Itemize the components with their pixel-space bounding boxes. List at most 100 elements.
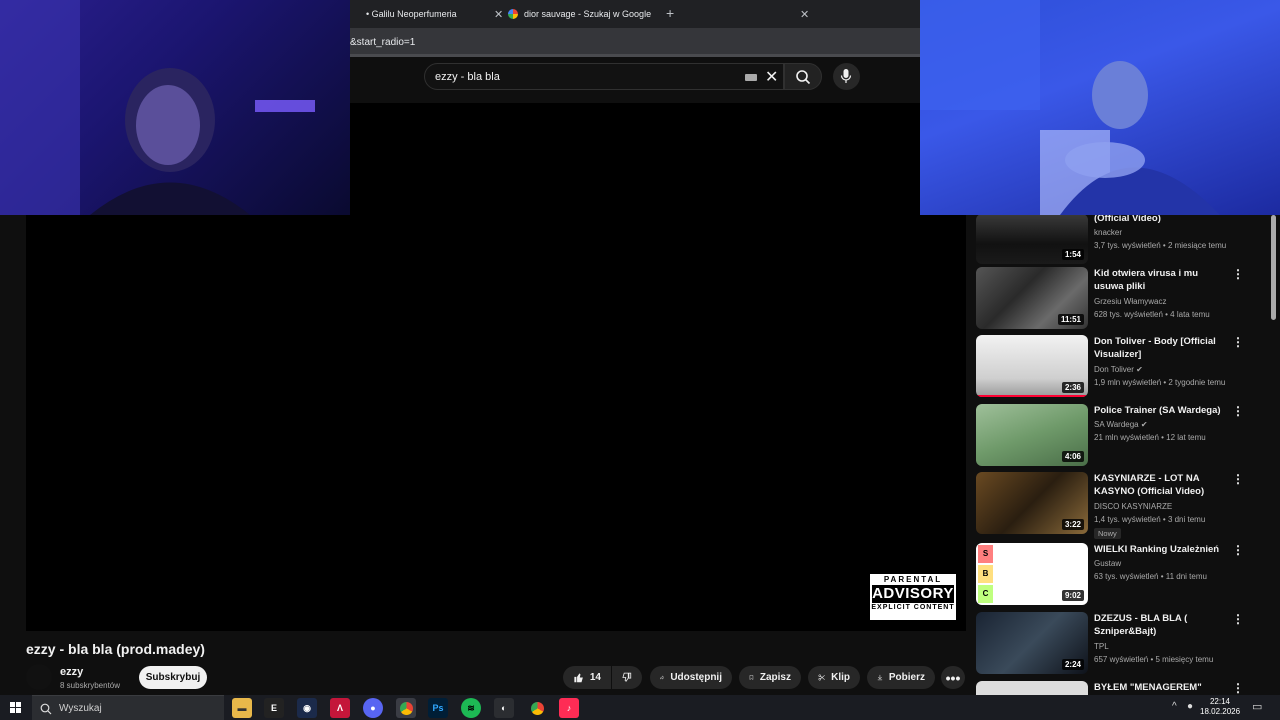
tab-galilu[interactable]: • Galilu Neoperfumeria ✕	[360, 4, 503, 24]
download-button[interactable]: Pobierz	[867, 666, 935, 689]
channel-name[interactable]: ezzy	[60, 666, 83, 678]
video-meta: 628 tys. wyświetleń • 4 lata temu	[1094, 310, 1210, 319]
video-title: WIELKI Ranking Uzależnień	[1094, 544, 1220, 555]
channel-name: DISCO KASYNIARZE	[1094, 502, 1173, 511]
more-actions-button[interactable]: •••	[941, 666, 965, 689]
chevron-up-icon[interactable]: ^	[1172, 701, 1177, 712]
video-meta: 657 wyświetleń • 5 miesięcy temu	[1094, 655, 1214, 664]
chrome-icon[interactable]	[396, 698, 416, 718]
spotify-icon[interactable]: ≋	[461, 698, 481, 718]
video-thumbnail[interactable]: S B C 9:02	[976, 543, 1088, 605]
epic-games-icon[interactable]: E	[264, 698, 284, 718]
more-vert-icon[interactable]: ⋮	[1232, 267, 1244, 281]
advisory-line1: PARENTAL	[883, 575, 943, 584]
more-vert-icon[interactable]: ⋮	[1232, 543, 1244, 557]
voice-search-button[interactable]	[833, 63, 860, 90]
tab-label: • Galilu Neoperfumeria	[366, 9, 457, 19]
app-icon-2[interactable]: ◐	[494, 698, 514, 718]
video-duration: 3:22	[1061, 519, 1084, 530]
video-title: KASYNIARZE - LOT NA KASYNO (Official Vid…	[1094, 473, 1205, 497]
webcam-person-illustration	[0, 0, 315, 215]
more-vert-icon[interactable]: ⋮	[1232, 472, 1244, 486]
steam-icon[interactable]: ◉	[297, 698, 317, 718]
scrollbar-thumb[interactable]	[1271, 215, 1276, 320]
search-icon	[40, 703, 52, 715]
app-icon[interactable]: Λ	[330, 698, 350, 718]
more-vert-icon[interactable]: ⋮	[1232, 612, 1244, 626]
parental-advisory-logo: PARENTAL ADVISORY EXPLICIT CONTENT	[868, 572, 958, 622]
channel-name: Don Toliver ✔	[1094, 365, 1143, 374]
system-clock[interactable]: 22:14 18.02.2026	[1200, 697, 1240, 717]
dislike-button[interactable]	[612, 666, 642, 689]
video-duration: 1:54	[1061, 249, 1084, 260]
close-icon[interactable]: ✕	[800, 8, 809, 21]
bookmark-icon	[749, 675, 754, 681]
tab-google-search[interactable]: dior sauvage - Szukaj w Google ✕	[508, 4, 809, 24]
clock-date: 18.02.2026	[1200, 707, 1241, 716]
thumbs-up-icon	[574, 673, 583, 683]
keyboard-icon[interactable]	[745, 74, 757, 81]
watch-progress-bar	[976, 395, 1088, 397]
file-explorer-icon[interactable]: ▬	[232, 698, 252, 718]
notifications-icon[interactable]: ▭	[1252, 700, 1262, 713]
like-button[interactable]: 14	[563, 666, 611, 689]
list-item[interactable]: 11:51 Kid otwiera virusa i mu usuwa plik…	[976, 267, 1266, 331]
video-meta: 1,4 tys. wyświetleń • 3 dni temu	[1094, 515, 1206, 524]
list-item[interactable]: 2:36 Don Toliver - Body [Official Visual…	[976, 335, 1266, 399]
start-button[interactable]	[0, 695, 32, 720]
discord-icon[interactable]: ●	[363, 698, 383, 718]
tier-s: S	[978, 545, 993, 563]
close-icon[interactable]: ✕	[494, 8, 503, 21]
address-bar[interactable]: &start_radio=1	[350, 28, 920, 56]
windows-taskbar: Wyszukaj ▬ E ◉ Λ ● Ps ≋ ◐ ♪ ^ ● 22:14 18…	[0, 695, 1280, 720]
more-vert-icon[interactable]: ⋮	[1232, 681, 1244, 695]
save-button[interactable]: Zapisz	[739, 666, 801, 689]
photoshop-icon[interactable]: Ps	[428, 698, 448, 718]
list-item[interactable]: 2:24 DZEZUS - BLA BLA ( Szniper&Bajt) TP…	[976, 612, 1266, 676]
save-label: Zapisz	[759, 672, 791, 683]
microphone-icon	[840, 69, 852, 83]
video-duration: 11:51	[1057, 314, 1084, 325]
avatar[interactable]	[26, 664, 52, 690]
google-icon	[508, 9, 518, 19]
video-thumbnail[interactable]: 1:54	[976, 214, 1088, 264]
advisory-line2: ADVISORY	[872, 585, 954, 603]
subscribe-button[interactable]: Subskrybuj	[139, 666, 207, 689]
scissors-icon	[818, 674, 825, 681]
search-button[interactable]	[784, 63, 822, 90]
list-item[interactable]: BYŁEM "MENAGEREM" ⋮	[976, 681, 1266, 695]
tiktok-icon[interactable]: ♪	[559, 698, 579, 718]
channel-name: Gustaw	[1094, 559, 1122, 568]
video-duration: 4:06	[1061, 451, 1084, 462]
clear-search-icon[interactable]: ✕	[765, 67, 778, 87]
list-item[interactable]: 4:06 Police Trainer (SA Wardega) SA Ward…	[976, 404, 1266, 468]
microphone-icon[interactable]: ●	[1187, 701, 1193, 712]
tab-label: dior sauvage - Szukaj w Google	[524, 9, 652, 19]
search-input[interactable]: ezzy - bla bla ✕	[424, 63, 784, 90]
video-title: Police Trainer (SA Wardega)	[1094, 405, 1221, 416]
webcam-person-illustration	[920, 0, 1220, 215]
list-item[interactable]: S B C 9:02 WIELKI Ranking Uzależnień Gus…	[976, 543, 1266, 607]
browser-tab-bar: • Galilu Neoperfumeria ✕ dior sauvage - …	[350, 0, 920, 28]
video-thumbnail[interactable]: 11:51	[976, 267, 1088, 329]
download-icon	[877, 674, 883, 681]
video-thumbnail[interactable]: 3:22	[976, 472, 1088, 534]
share-button[interactable]: Udostępnij	[650, 666, 732, 689]
new-tab-icon[interactable]: +	[666, 5, 674, 21]
more-icon: •••	[945, 669, 961, 686]
video-thumbnail[interactable]: 2:36	[976, 335, 1088, 397]
video-thumbnail[interactable]: 4:06	[976, 404, 1088, 466]
list-item[interactable]: 3:22 KASYNIARZE - LOT NA KASYNO (Officia…	[976, 472, 1266, 539]
more-vert-icon[interactable]: ⋮	[1232, 335, 1244, 349]
clip-button[interactable]: Klip	[808, 666, 860, 689]
subscriber-count: 8 subskrybentów	[60, 681, 121, 690]
taskbar-search-input[interactable]: Wyszukaj	[32, 695, 224, 720]
video-duration: 9:02	[1061, 590, 1084, 601]
new-badge: Nowy	[1094, 528, 1121, 539]
video-thumbnail[interactable]	[976, 681, 1088, 695]
download-label: Pobierz	[888, 672, 925, 683]
verified-icon: ✔	[1136, 365, 1143, 374]
chrome-icon-2[interactable]	[527, 698, 547, 718]
video-thumbnail[interactable]: 2:24	[976, 612, 1088, 674]
more-vert-icon[interactable]: ⋮	[1232, 404, 1244, 418]
